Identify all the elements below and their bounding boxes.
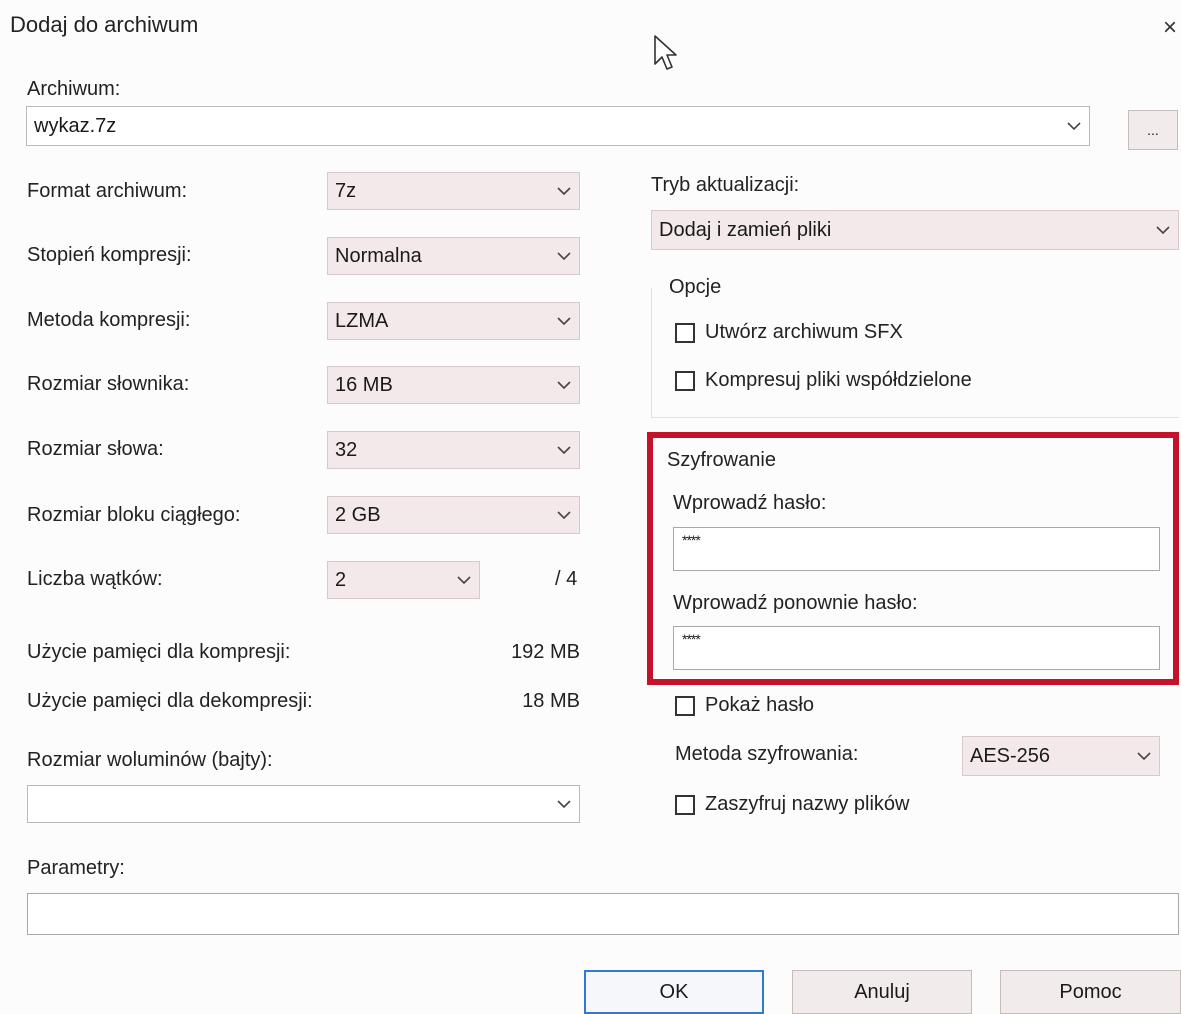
chevron-down-icon[interactable] [1129,751,1159,761]
mem-comp-value: 192 MB [511,641,580,663]
dict-value: 16 MB [335,373,393,396]
password-label: Wprowadź hasło: [673,492,827,514]
encryption-method-label: Metoda szyfrowania: [675,743,859,765]
level-combo[interactable]: Normalna [327,237,580,275]
shared-checkbox[interactable] [675,371,695,391]
chevron-down-icon[interactable] [549,186,579,196]
cancel-button[interactable]: Anuluj [792,970,972,1014]
window-title: Dodaj do archiwum [10,12,199,37]
level-value: Normalna [335,244,422,267]
method-label: Metoda kompresji: [27,309,191,331]
update-mode-value: Dodaj i zamień pliki [659,218,832,241]
options-group-title: Opcje [667,276,724,299]
threads-max: / 4 [555,568,578,590]
word-combo[interactable]: 32 [327,431,580,469]
encrypt-names-checkbox[interactable] [675,795,695,815]
repeat-password-label: Wprowadź ponownie hasło: [673,592,918,614]
chevron-down-icon[interactable] [549,316,579,326]
repeat-password-input[interactable]: **** [673,626,1160,670]
word-label: Rozmiar słowa: [27,438,164,460]
block-combo[interactable]: 2 GB [327,496,580,534]
close-icon[interactable]: × [1163,16,1177,40]
archive-label: Archiwum: [27,78,121,100]
method-value: LZMA [335,309,389,332]
shared-label[interactable]: Kompresuj pliki współdzielone [705,369,972,392]
dict-label: Rozmiar słownika: [27,373,190,395]
update-mode-combo[interactable]: Dodaj i zamień pliki [651,210,1179,250]
help-button[interactable]: Pomoc [1000,970,1181,1014]
format-combo[interactable]: 7z [327,172,580,210]
encrypt-names-label[interactable]: Zaszyfruj nazwy plików [705,793,910,816]
chevron-down-icon[interactable] [449,575,479,585]
format-value: 7z [335,179,357,202]
password-input[interactable]: **** [673,527,1160,571]
mem-decomp-label: Użycie pamięci dla dekompresji: [27,690,313,712]
show-password-label[interactable]: Pokaż hasło [705,694,814,717]
chevron-down-icon[interactable] [1148,225,1178,235]
word-value: 32 [335,438,358,461]
volumes-label: Rozmiar woluminów (bajty): [27,749,273,771]
password-value: **** [682,532,701,548]
method-combo[interactable]: LZMA [327,302,580,340]
threads-label: Liczba wątków: [27,568,163,590]
threads-combo[interactable]: 2 [327,561,480,599]
params-input[interactable] [27,893,1179,935]
archive-path-combo[interactable]: wykaz.7z [26,106,1090,146]
params-label: Parametry: [27,857,125,879]
volumes-combo[interactable] [27,785,580,823]
chevron-down-icon[interactable] [549,799,579,809]
repeat-password-value: **** [682,631,701,647]
chevron-down-icon[interactable] [549,510,579,520]
mem-decomp-value: 18 MB [522,690,580,712]
encryption-method-value: AES-256 [970,744,1051,767]
archive-path-value: wykaz.7z [34,114,117,137]
sfx-checkbox[interactable] [675,323,695,343]
sfx-label[interactable]: Utwórz archiwum SFX [705,321,903,344]
mouse-cursor-icon [654,35,677,70]
ok-button[interactable]: OK [584,970,764,1014]
format-label: Format archiwum: [27,180,188,202]
show-password-checkbox[interactable] [675,696,695,716]
block-label: Rozmiar bloku ciągłego: [27,504,241,526]
block-value: 2 GB [335,503,381,526]
options-group [651,288,1179,418]
dict-combo[interactable]: 16 MB [327,366,580,404]
chevron-down-icon[interactable] [1059,121,1089,131]
chevron-down-icon[interactable] [549,380,579,390]
encryption-group-title: Szyfrowanie [667,449,776,471]
level-label: Stopień kompresji: [27,244,192,266]
browse-button[interactable]: ... [1128,110,1178,150]
chevron-down-icon[interactable] [549,251,579,261]
mem-comp-label: Użycie pamięci dla kompresji: [27,641,291,663]
chevron-down-icon[interactable] [549,445,579,455]
encryption-method-combo[interactable]: AES-256 [962,736,1160,776]
update-mode-label: Tryb aktualizacji: [651,174,800,196]
threads-value: 2 [335,568,347,591]
